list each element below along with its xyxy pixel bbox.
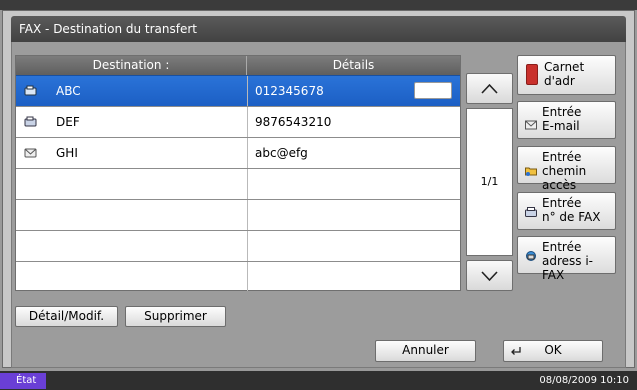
chevron-up-icon bbox=[481, 83, 498, 94]
table-row[interactable] bbox=[16, 199, 460, 230]
ifax-entry-label-2: adress i-FAX bbox=[542, 254, 594, 282]
ok-button[interactable]: OK bbox=[503, 340, 603, 362]
fax-icon bbox=[24, 85, 37, 96]
email-entry-label-2: E-mail bbox=[542, 119, 580, 133]
path-entry-label-2: chemin accès bbox=[542, 164, 587, 192]
table-row[interactable] bbox=[16, 261, 460, 291]
enter-icon bbox=[511, 347, 521, 355]
table-row[interactable] bbox=[16, 168, 460, 199]
email-icon bbox=[24, 148, 37, 158]
scroll-down-button[interactable] bbox=[466, 260, 513, 291]
column-divider bbox=[247, 262, 248, 291]
row-name: GHI bbox=[56, 146, 78, 160]
table-row[interactable]: GHI abc@efg bbox=[16, 137, 460, 168]
ifax-icon bbox=[526, 251, 536, 261]
cancel-button[interactable]: Annuler bbox=[375, 340, 476, 362]
fax-icon bbox=[24, 116, 37, 127]
email-icon bbox=[525, 120, 537, 130]
destination-table: Destination : Détails ABC 012345678 DEF … bbox=[15, 55, 461, 291]
row-detail: 012345678 bbox=[255, 84, 324, 98]
row-name: ABC bbox=[56, 84, 81, 98]
window-title: FAX - Destination du transfert bbox=[11, 16, 626, 42]
column-divider bbox=[247, 200, 248, 230]
fax-number-entry-button[interactable]: Entrée n° de FAX bbox=[517, 192, 616, 230]
chevron-down-icon bbox=[481, 271, 498, 282]
fax-number-entry-label-2: n° de FAX bbox=[542, 210, 601, 224]
table-row[interactable] bbox=[16, 230, 460, 261]
table-row[interactable]: DEF 9876543210 bbox=[16, 106, 460, 137]
status-datetime: 08/08/2009 10:10 bbox=[539, 375, 629, 386]
scroll-track: 1/1 bbox=[466, 108, 513, 256]
delete-button[interactable]: Supprimer bbox=[125, 306, 226, 327]
table-row[interactable]: ABC 012345678 bbox=[16, 75, 460, 106]
column-divider bbox=[247, 107, 248, 137]
address-book-icon bbox=[526, 64, 538, 85]
column-divider bbox=[247, 169, 248, 199]
status-label[interactable]: État bbox=[0, 373, 46, 389]
table-header: Destination : Détails bbox=[16, 56, 460, 75]
scroll-column: 1/1 bbox=[466, 73, 513, 291]
row-detail-field bbox=[414, 82, 452, 99]
folder-icon bbox=[525, 167, 537, 176]
fax-icon bbox=[525, 207, 537, 217]
path-entry-label-1: Entrée bbox=[542, 150, 582, 164]
column-divider bbox=[247, 138, 248, 168]
address-book-button[interactable]: Carnet d'adr bbox=[517, 55, 616, 95]
ifax-entry-label-1: Entrée bbox=[542, 240, 582, 254]
email-entry-label-1: Entrée bbox=[542, 105, 582, 119]
page-indicator: 1/1 bbox=[480, 175, 499, 188]
email-entry-button[interactable]: Entrée E-mail bbox=[517, 101, 616, 139]
address-book-label: Carnet d'adr bbox=[544, 60, 585, 88]
header-details: Détails bbox=[332, 58, 375, 72]
row-name: DEF bbox=[56, 115, 80, 129]
row-detail: abc@efg bbox=[255, 146, 308, 160]
scroll-up-button[interactable] bbox=[466, 73, 513, 104]
fax-number-entry-label-1: Entrée bbox=[542, 196, 582, 210]
detail-modify-button[interactable]: Détail/Modif. bbox=[15, 306, 118, 327]
column-divider bbox=[247, 231, 248, 261]
header-destination: Destination : bbox=[16, 56, 247, 75]
column-divider bbox=[247, 76, 248, 106]
top-strip bbox=[0, 0, 637, 10]
path-entry-button[interactable]: Entrée chemin accès bbox=[517, 146, 616, 192]
status-bar: État 08/08/2009 10:10 bbox=[0, 371, 637, 390]
ok-label: OK bbox=[544, 343, 562, 357]
ifax-entry-button[interactable]: Entrée adress i-FAX bbox=[517, 236, 616, 282]
row-detail: 9876543210 bbox=[255, 115, 332, 129]
